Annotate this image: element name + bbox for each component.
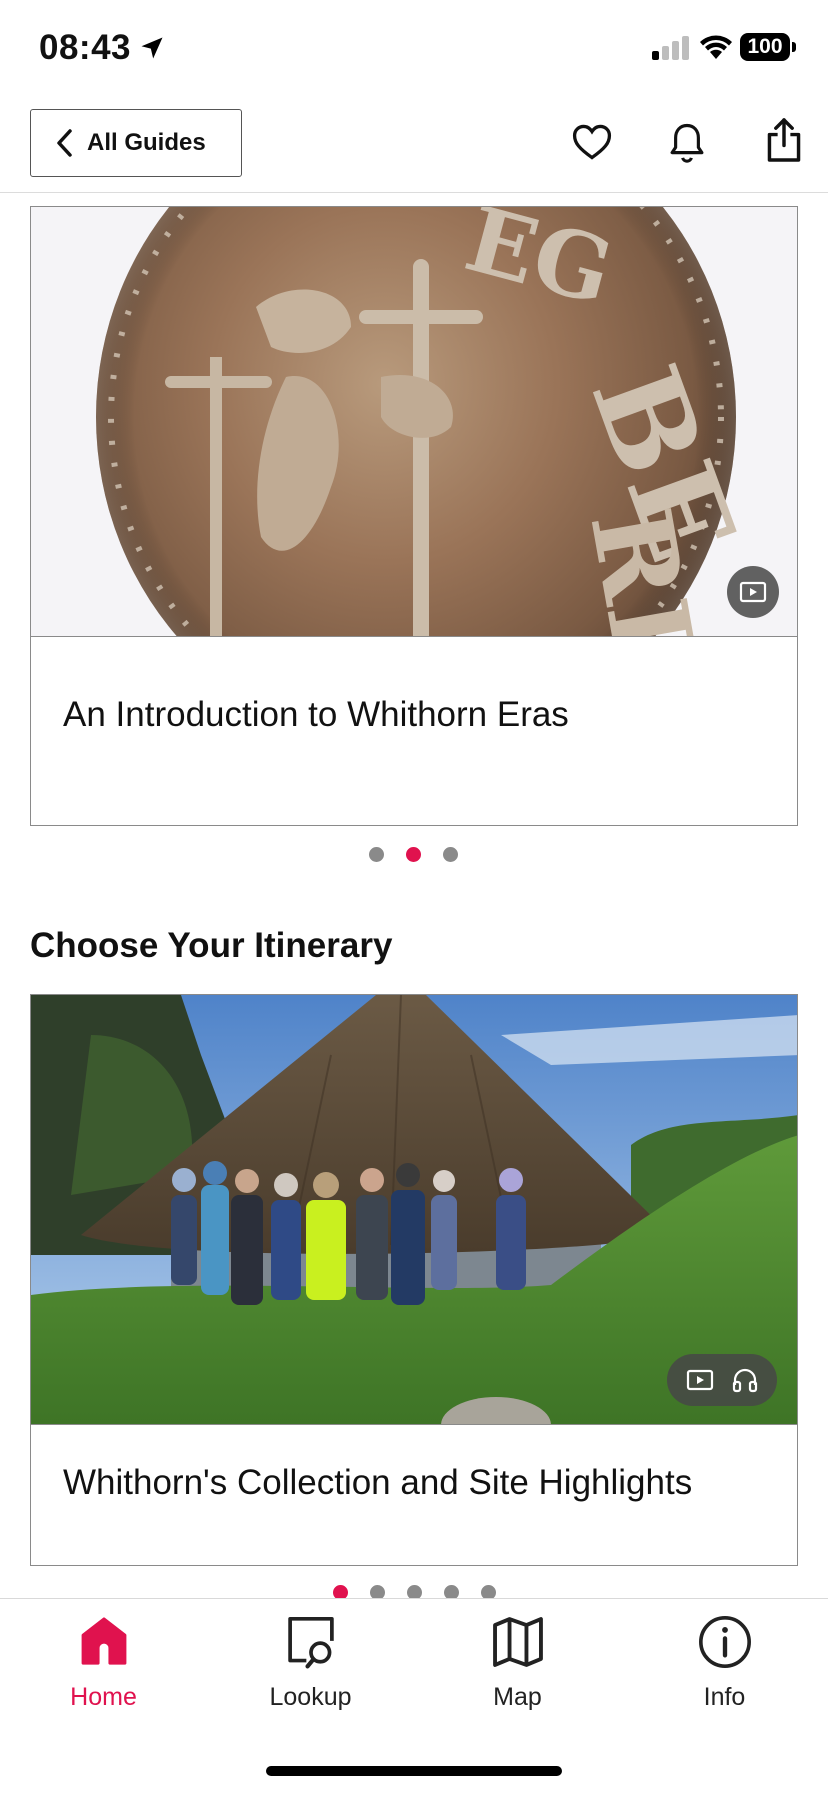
- tab-map[interactable]: Map: [414, 1599, 621, 1729]
- coin-image: BE EG RD: [31, 207, 797, 637]
- roundhouse-image: [31, 995, 797, 1425]
- pager-dot-active[interactable]: [406, 847, 421, 862]
- info-icon: [698, 1616, 751, 1668]
- all-guides-button[interactable]: All Guides: [30, 109, 242, 177]
- status-bar: 08:43 100: [0, 0, 828, 100]
- tab-info-label: Info: [703, 1683, 746, 1711]
- featured-guide-card[interactable]: BE EG RD An Introduction to Whithorn Era…: [30, 206, 798, 826]
- top-nav-bar: All Guides: [0, 100, 828, 193]
- status-time: 08:43: [39, 28, 132, 67]
- video-icon: [686, 1369, 714, 1391]
- chevron-left-icon: [57, 129, 72, 157]
- coin-photo: BE EG RD: [31, 207, 797, 636]
- section-heading: Choose Your Itinerary: [30, 926, 393, 965]
- tab-map-label: Map: [493, 1683, 542, 1711]
- tab-bar: Home Lookup Map Info: [0, 1598, 828, 1793]
- pager-dot[interactable]: [443, 847, 458, 862]
- home-icon: [81, 1617, 126, 1665]
- share-icon[interactable]: [764, 116, 804, 164]
- media-badge: [667, 1354, 777, 1406]
- wifi-icon: [700, 35, 732, 59]
- featured-guide-title: An Introduction to Whithorn Eras: [63, 695, 569, 734]
- itinerary-card[interactable]: Whithorn's Collection and Site Highlight…: [30, 994, 798, 1566]
- video-badge: [727, 566, 779, 618]
- battery-icon: 100: [740, 33, 790, 61]
- bell-icon[interactable]: [666, 120, 708, 166]
- location-arrow-icon: [141, 37, 163, 59]
- featured-pager[interactable]: [369, 847, 458, 862]
- tab-lookup-label: Lookup: [269, 1683, 352, 1711]
- cellular-signal-icon: [652, 36, 689, 60]
- all-guides-label: All Guides: [87, 129, 206, 156]
- tab-home[interactable]: Home: [0, 1599, 207, 1729]
- pager-dot[interactable]: [369, 847, 384, 862]
- heart-icon[interactable]: [570, 120, 614, 164]
- headphones-icon: [732, 1368, 758, 1393]
- tab-home-label: Home: [70, 1683, 137, 1711]
- tab-lookup[interactable]: Lookup: [207, 1599, 414, 1729]
- map-icon: [492, 1617, 543, 1667]
- home-indicator: [266, 1766, 562, 1776]
- tab-info[interactable]: Info: [621, 1599, 828, 1729]
- video-icon: [739, 581, 767, 603]
- itinerary-title: Whithorn's Collection and Site Highlight…: [63, 1463, 693, 1502]
- battery-tip: [792, 42, 796, 52]
- lookup-icon: [287, 1616, 334, 1669]
